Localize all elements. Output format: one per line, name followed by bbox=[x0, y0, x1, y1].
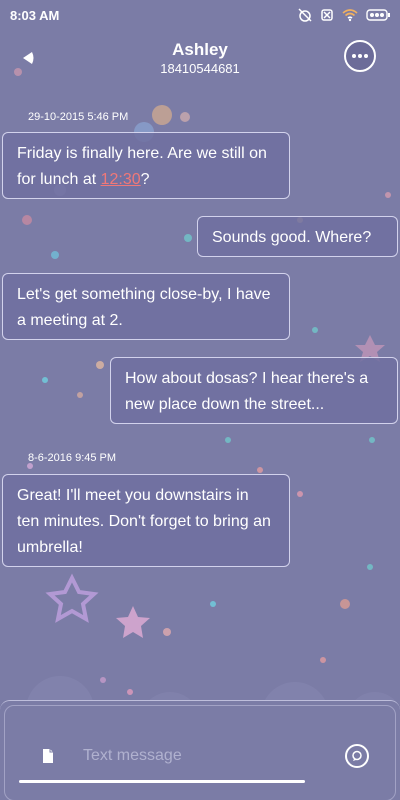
message-text: Let's get something close-by, I have a m… bbox=[17, 286, 271, 329]
alarm-off-icon bbox=[298, 8, 312, 22]
back-arrow-icon bbox=[23, 52, 34, 64]
battery-icon bbox=[366, 9, 390, 21]
wifi-icon bbox=[342, 8, 358, 22]
message-bubble-incoming[interactable]: Friday is finally here. Are we still on … bbox=[2, 132, 290, 199]
message-text: How about dosas? I hear there's a new pl… bbox=[125, 370, 369, 413]
message-composer bbox=[0, 700, 400, 800]
message-bubble-incoming[interactable]: Great! I'll meet you downstairs in ten m… bbox=[2, 474, 290, 567]
contact-name[interactable]: Ashley bbox=[0, 39, 400, 61]
attach-button[interactable] bbox=[41, 748, 55, 764]
back-button[interactable] bbox=[20, 50, 36, 66]
time-link[interactable]: 12:30 bbox=[101, 171, 141, 188]
attachment-icon bbox=[43, 749, 53, 763]
message-text: ? bbox=[140, 171, 150, 188]
sim-off-icon bbox=[320, 8, 334, 22]
status-time: 8:03 AM bbox=[10, 7, 60, 23]
composer-panel bbox=[4, 705, 396, 800]
conversation-header: Ashley 18410544681 bbox=[0, 36, 400, 80]
message-text: Great! I'll meet you downstairs in ten m… bbox=[17, 487, 271, 556]
input-underline bbox=[19, 780, 305, 783]
message-bubble-outgoing[interactable]: Sounds good. Where? bbox=[197, 216, 398, 257]
message-bubble-outgoing[interactable]: How about dosas? I hear there's a new pl… bbox=[110, 357, 398, 424]
message-bubble-incoming[interactable]: Let's get something close-by, I have a m… bbox=[2, 273, 290, 340]
message-input[interactable] bbox=[83, 742, 333, 770]
send-button[interactable] bbox=[345, 744, 369, 768]
send-message-icon bbox=[352, 750, 362, 761]
status-icons bbox=[298, 8, 390, 22]
message-timestamp: 8-6-2016 9:45 PM bbox=[28, 452, 117, 464]
status-bar: 8:03 AM bbox=[0, 0, 400, 30]
contact-number: 18410544681 bbox=[160, 61, 240, 76]
more-options-button[interactable] bbox=[344, 40, 376, 72]
message-timestamp: 29-10-2015 5:46 PM bbox=[28, 111, 129, 123]
more-icon bbox=[352, 54, 368, 58]
message-text: Sounds good. Where? bbox=[212, 229, 372, 246]
